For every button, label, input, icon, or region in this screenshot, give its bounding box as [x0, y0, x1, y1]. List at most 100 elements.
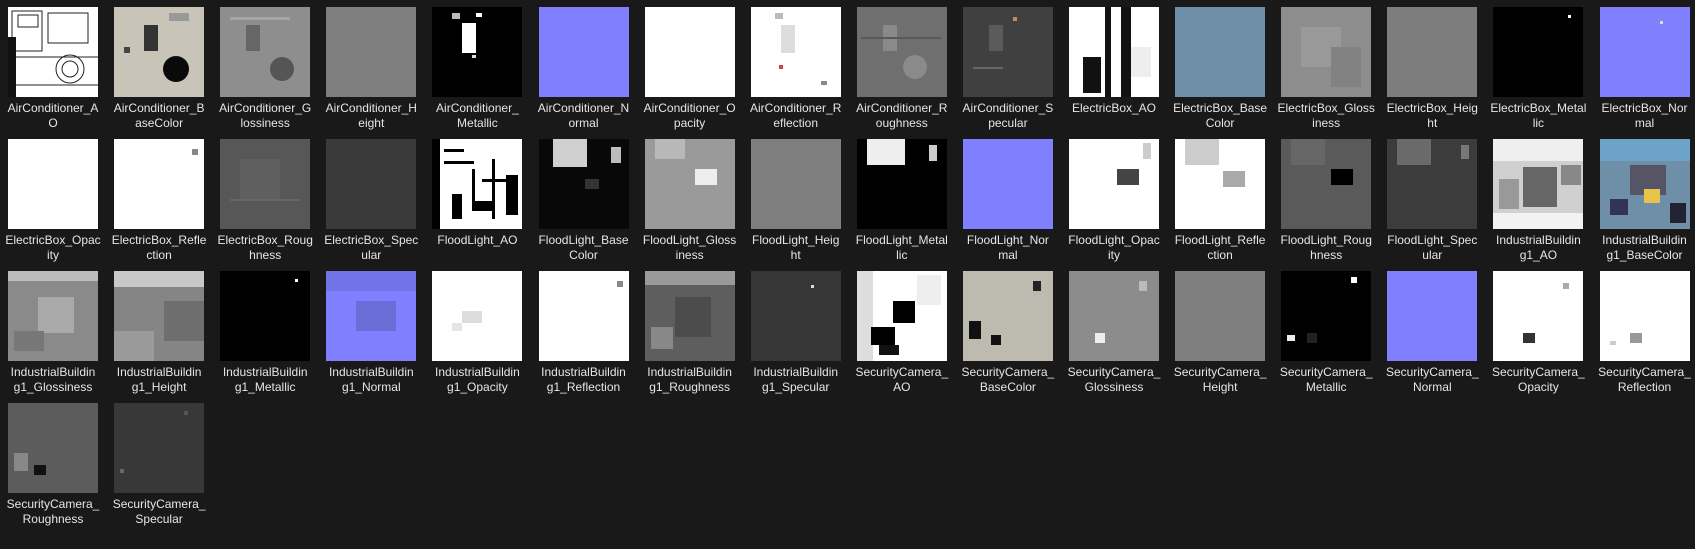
texture-roughness-icon	[8, 403, 98, 493]
file-name: ElectricBox_Spec ular	[324, 233, 419, 262]
file-name: IndustrialBuildin g1_Normal	[328, 365, 414, 394]
texture-basecolor-icon	[538, 139, 629, 229]
file-name: AirConditioner_R oughness	[856, 101, 948, 130]
texture-height-icon	[326, 7, 417, 97]
file-name: ElectricBox_Base Color	[1173, 101, 1268, 130]
texture-metallic-icon	[432, 7, 523, 97]
file-name: IndustrialBuildin g1_Metallic	[222, 365, 308, 394]
texture-basecolor-icon	[1599, 139, 1690, 229]
texture-specular-icon	[1387, 139, 1478, 229]
file-name: ElectricBox_Gloss iness	[1277, 101, 1375, 130]
texture-opacity-icon	[1069, 139, 1159, 229]
file-name: FloodLight_Refle ction	[1174, 233, 1266, 262]
file-name: IndustrialBuildin g1_Specular	[753, 365, 839, 394]
texture-normal-icon	[1599, 7, 1690, 97]
file-name: FloodLight_Metal lic	[855, 233, 948, 262]
texture-normal-icon	[326, 271, 417, 361]
file-name: ElectricBox_Refle ction	[111, 233, 207, 262]
texture-specular-icon	[114, 403, 205, 493]
file-name: FloodLight_Heig ht	[751, 233, 840, 262]
file-name: SecurityCamera_ Glossiness	[1067, 365, 1161, 394]
texture-ao-icon	[1493, 139, 1584, 229]
texture-normal-icon	[538, 7, 629, 97]
texture-opacity-icon	[8, 139, 98, 229]
texture-normal-icon	[1387, 271, 1478, 361]
texture-glossiness-icon	[1281, 7, 1372, 97]
texture-metallic-icon	[220, 271, 311, 361]
file-name: IndustrialBuildin g1_Opacity	[435, 365, 520, 394]
texture-reflection-icon	[114, 139, 205, 229]
texture-ao-icon	[856, 271, 947, 361]
file-grid: AirConditioner_A O AirConditioner_B aseCo…	[0, 0, 1695, 549]
file-name: SecurityCamera_ Specular	[112, 497, 206, 526]
texture-roughness-icon	[856, 7, 947, 97]
texture-specular-icon	[750, 271, 841, 361]
file-name: SecurityCamera_ Reflection	[1598, 365, 1691, 394]
file-name: ElectricBox_Nor mal	[1601, 101, 1688, 130]
file-name: IndustrialBuildin g1_BaseColor	[1602, 233, 1687, 262]
texture-glossiness-icon	[1069, 271, 1159, 361]
texture-basecolor-icon	[114, 7, 205, 97]
texture-basecolor-icon	[962, 271, 1053, 361]
texture-specular-icon	[962, 7, 1053, 97]
file-name: AirConditioner_B aseColor	[113, 101, 205, 130]
texture-height-icon	[1387, 7, 1478, 97]
file-name: IndustrialBuildin g1_AO	[1496, 233, 1581, 262]
texture-opacity-icon	[432, 271, 523, 361]
texture-glossiness-icon	[8, 271, 98, 361]
texture-opacity-icon	[644, 7, 735, 97]
file-name: SecurityCamera_ Metallic	[1279, 365, 1373, 394]
texture-height-icon	[750, 139, 841, 229]
texture-reflection-icon	[1175, 139, 1266, 229]
texture-reflection-icon	[538, 271, 629, 361]
texture-glossiness-icon	[220, 7, 311, 97]
texture-opacity-icon	[1493, 271, 1584, 361]
file-name: FloodLight_AO	[437, 233, 518, 247]
texture-height-icon	[1175, 271, 1266, 361]
file-name: SecurityCamera_ Opacity	[1492, 365, 1585, 394]
file-name: ElectricBox_Heig ht	[1386, 101, 1478, 130]
file-name: AirConditioner_R eflection	[749, 101, 842, 130]
file-name: IndustrialBuildin g1_Roughness	[647, 365, 732, 394]
file-name: FloodLight_Gloss iness	[642, 233, 737, 262]
texture-normal-icon	[962, 139, 1053, 229]
texture-roughness-icon	[644, 271, 735, 361]
file-name: AirConditioner_O pacity	[643, 101, 736, 130]
file-name: AirConditioner_H eight	[325, 101, 417, 130]
texture-ao-icon	[1069, 7, 1159, 97]
texture-metallic-icon	[1493, 7, 1584, 97]
file-name: IndustrialBuildin g1_Height	[116, 365, 202, 394]
texture-roughness-icon	[220, 139, 311, 229]
file-name: SecurityCamera_ BaseColor	[961, 365, 1055, 394]
file-name: FloodLight_Base Color	[538, 233, 629, 262]
file-name: SecurityCamera_ Height	[1173, 365, 1267, 394]
file-name: FloodLight_Spec ular	[1387, 233, 1478, 262]
file-name: AirConditioner_S pecular	[962, 101, 1054, 130]
texture-roughness-icon	[1281, 139, 1372, 229]
texture-metallic-icon	[1281, 271, 1372, 361]
file-name: AirConditioner_ Metallic	[436, 101, 519, 130]
texture-reflection-icon	[1599, 271, 1690, 361]
file-name: ElectricBox_Metal lic	[1490, 101, 1587, 130]
file-name: IndustrialBuildin g1_Glossiness	[10, 365, 96, 394]
file-name: SecurityCamera_ AO	[855, 365, 949, 394]
file-name: FloodLight_Roug hness	[1280, 233, 1372, 262]
file-name: FloodLight_Nor mal	[966, 233, 1049, 262]
file-name: AirConditioner_N ormal	[537, 101, 630, 130]
texture-ao-icon	[8, 7, 98, 97]
file-name: ElectricBox_AO	[1071, 101, 1157, 115]
texture-ao-icon	[432, 139, 523, 229]
texture-metallic-icon	[856, 139, 947, 229]
file-name: SecurityCamera_ Roughness	[6, 497, 100, 526]
texture-specular-icon	[326, 139, 417, 229]
texture-height-icon	[114, 271, 205, 361]
file-name: AirConditioner_G lossiness	[219, 101, 312, 130]
file-name: FloodLight_Opac ity	[1068, 233, 1160, 262]
texture-basecolor-icon	[1175, 7, 1266, 97]
file-name: AirConditioner_A O	[7, 101, 99, 130]
file-name: ElectricBox_Opac ity	[5, 233, 101, 262]
file-name: IndustrialBuildin g1_Reflection	[541, 365, 626, 394]
file-name: SecurityCamera_ Normal	[1385, 365, 1479, 394]
file-name: ElectricBox_Roug hness	[217, 233, 313, 262]
texture-glossiness-icon	[644, 139, 735, 229]
